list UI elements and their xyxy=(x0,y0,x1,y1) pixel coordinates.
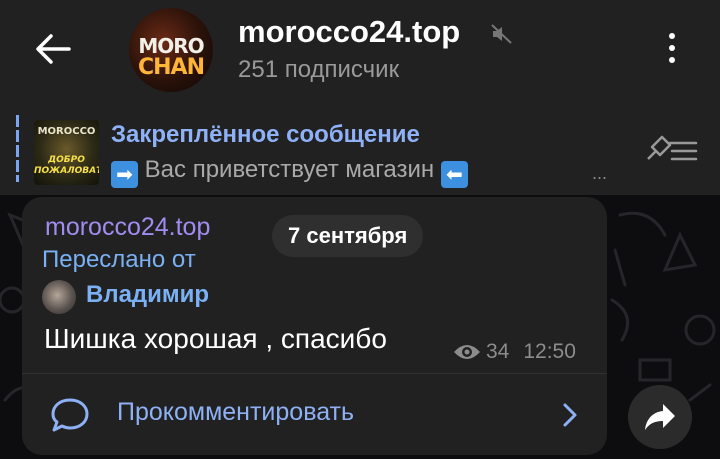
comment-button[interactable]: Прокомментировать xyxy=(22,374,607,455)
more-vertical-icon xyxy=(669,33,675,39)
more-options-button[interactable] xyxy=(655,26,689,70)
date-separator: 7 сентября xyxy=(272,215,424,257)
share-icon xyxy=(645,404,675,430)
pinned-message-bar[interactable]: MOROCCO ДОБРО ПОЖАЛОВАТЬ Закреплённое со… xyxy=(0,103,720,195)
forwarded-from-name[interactable]: Владимир xyxy=(86,281,209,309)
thumb-title: MOROCCO xyxy=(37,126,96,137)
arrow-right-emoji-icon: ➡ xyxy=(111,161,138,188)
avatar-logo-bottom: CHAN xyxy=(138,55,205,80)
channel-avatar[interactable]: MORO CHAN xyxy=(129,8,213,92)
subscriber-count: 251 подписчик xyxy=(238,56,400,83)
pinned-indicator xyxy=(16,115,19,182)
thumb-caption-1: ДОБРО xyxy=(48,155,85,165)
pinned-thumbnail: MOROCCO ДОБРО ПОЖАЛОВАТЬ xyxy=(34,120,99,185)
share-button[interactable] xyxy=(628,385,692,449)
forwarded-label: Переслано от xyxy=(42,246,196,273)
eye-icon xyxy=(454,345,480,359)
pin-list-icon[interactable] xyxy=(640,131,700,171)
mute-icon xyxy=(491,24,512,44)
message-text: Шишка хорошая , спасибо xyxy=(44,323,387,354)
pinned-preview: ➡ Вас приветствует магазин ⬅ xyxy=(111,156,468,188)
arrow-left-emoji-icon: ⬅ xyxy=(440,161,468,188)
message-time: 12:50 xyxy=(523,340,576,363)
pinned-title: Закреплённое сообщение xyxy=(111,121,420,148)
channel-title[interactable]: morocco24.top xyxy=(238,14,460,50)
message-meta: 34 12:50 xyxy=(452,340,576,364)
chat-header: MORO CHAN morocco24.top 251 подписчик xyxy=(0,0,720,103)
thumb-caption-2: ПОЖАЛОВАТЬ xyxy=(34,166,99,176)
back-button[interactable] xyxy=(26,22,80,76)
forwarded-avatar[interactable] xyxy=(42,280,76,314)
chevron-right-icon xyxy=(563,403,577,427)
pinned-ellipsis: ... xyxy=(592,163,608,183)
comment-label: Прокомментировать xyxy=(117,398,355,426)
comment-bubble-icon xyxy=(51,398,89,432)
message-bubble[interactable]: morocco24.top 7 сентября Переслано от Вл… xyxy=(22,197,607,455)
message-author[interactable]: morocco24.top xyxy=(45,213,210,242)
pinned-preview-text: Вас приветствует магазин xyxy=(144,156,435,183)
arrow-left-icon xyxy=(36,34,71,64)
view-count: 34 xyxy=(486,340,510,363)
